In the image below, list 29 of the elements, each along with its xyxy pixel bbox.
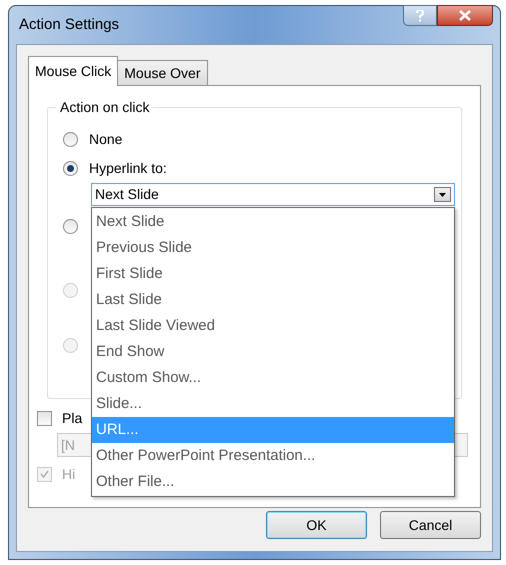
radio-button[interactable]: [63, 160, 78, 176]
tab[interactable]: Mouse Over: [117, 60, 208, 85]
close-icon: [459, 10, 471, 21]
dropdown-option[interactable]: Last Slide: [92, 287, 454, 313]
checkbox[interactable]: [37, 410, 52, 426]
radio-button[interactable]: [63, 218, 78, 234]
dropdown-option[interactable]: Slide...: [92, 391, 454, 417]
help-button[interactable]: [403, 5, 437, 26]
check-icon: [40, 470, 49, 478]
caret-icon: [439, 192, 446, 196]
radio-label: None: [89, 130, 122, 148]
window-title: Action Settings: [19, 14, 120, 35]
dropdown-option[interactable]: First Slide: [92, 261, 454, 287]
dialog-button[interactable]: Cancel: [380, 511, 481, 539]
dropdown-option[interactable]: Other PowerPoint Presentation...: [92, 443, 454, 469]
radio-label: Hyperlink to:: [89, 158, 167, 178]
checkbox-label: Pla: [62, 408, 82, 428]
dropdown-option[interactable]: Other File...: [92, 469, 454, 495]
dropdown-option[interactable]: Next Slide: [92, 209, 454, 235]
dialog-button[interactable]: OK: [266, 511, 367, 539]
radio-button[interactable]: [63, 132, 78, 146]
close-button[interactable]: [437, 5, 493, 26]
dropdown-option[interactable]: End Show: [92, 339, 454, 365]
tab[interactable]: Mouse Click: [28, 56, 118, 86]
dropdown-option[interactable]: Last Slide Viewed: [92, 313, 454, 339]
dropdown-option[interactable]: Custom Show...: [92, 365, 454, 391]
checkbox-label: Hi: [62, 464, 76, 484]
dropdown-option[interactable]: Previous Slide: [92, 235, 454, 261]
help-icon: [416, 10, 424, 22]
